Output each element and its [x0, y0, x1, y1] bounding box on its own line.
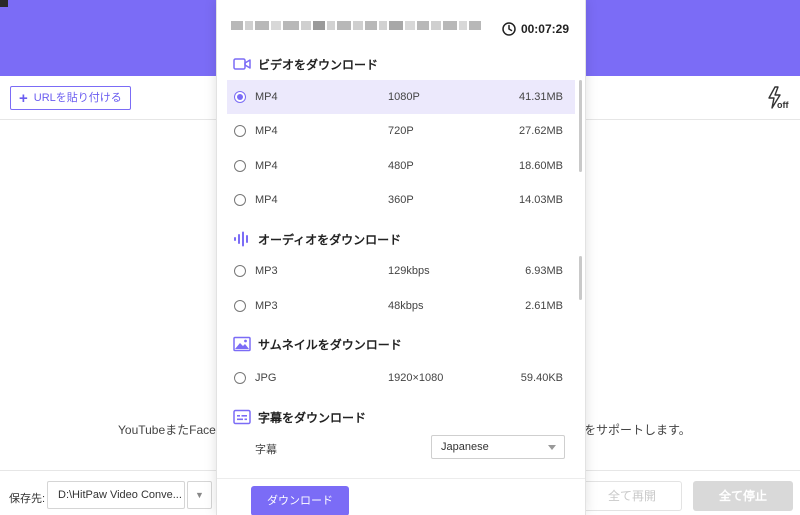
- subtitle-language-select[interactable]: Japanese: [431, 435, 565, 459]
- video-camera-icon: [233, 58, 251, 70]
- subtitle-icon: [233, 409, 251, 425]
- section-subtitle-title: 字幕をダウンロード: [258, 410, 367, 425]
- section-subtitle-heading: 字幕をダウンロード: [233, 408, 366, 426]
- radio-button[interactable]: [234, 300, 246, 312]
- download-options-dialog: 00:07:29 ビデオをダウンロード MP4 1080P 41.31MB MP…: [216, 0, 586, 515]
- app-logo: [0, 0, 8, 7]
- option-format: MP4: [255, 194, 278, 206]
- radio-button[interactable]: [234, 160, 246, 172]
- plus-icon: +: [19, 89, 28, 107]
- svg-text:off: off: [777, 100, 789, 110]
- audio-wave-icon: [234, 231, 248, 247]
- option-format: MP3: [255, 265, 278, 277]
- option-format: MP4: [255, 91, 278, 103]
- option-quality: 48kbps: [388, 300, 424, 312]
- save-path-field[interactable]: D:\HitPaw Video Conve...: [47, 481, 185, 509]
- section-thumbnail-heading: サムネイルをダウンロード: [233, 335, 402, 353]
- scrollbar-thumb[interactable]: [579, 256, 582, 300]
- stop-all-button[interactable]: 全て停止: [693, 481, 793, 511]
- option-format: MP4: [255, 125, 278, 137]
- video-title-redacted: [231, 17, 481, 33]
- subtitle-language-label: 字幕: [255, 444, 277, 456]
- option-quality: 360P: [388, 194, 414, 206]
- radio-button[interactable]: [234, 372, 246, 384]
- section-audio-title: オーディオをダウンロード: [258, 232, 402, 247]
- option-size: 2.61MB: [525, 300, 563, 312]
- paste-url-label: URLを貼り付ける: [33, 92, 122, 104]
- option-row-video-1080p[interactable]: MP4 1080P 41.31MB: [227, 80, 575, 114]
- option-format: MP4: [255, 160, 278, 172]
- image-icon: [233, 336, 251, 352]
- option-quality: 1080P: [388, 91, 420, 103]
- resume-all-button[interactable]: 全て再開: [582, 481, 682, 511]
- paste-url-button[interactable]: + URLを貼り付ける: [10, 86, 131, 110]
- section-video-title: ビデオをダウンロード: [258, 57, 379, 72]
- video-duration: 00:07:29: [502, 22, 569, 36]
- subtitle-language-value: Japanese: [441, 441, 489, 453]
- radio-button[interactable]: [234, 265, 246, 277]
- duration-text: 00:07:29: [520, 22, 569, 36]
- download-button[interactable]: ダウンロード: [251, 486, 349, 515]
- option-row-video-720p[interactable]: MP4 720P 27.62MB: [227, 114, 575, 148]
- option-size: 14.03MB: [518, 194, 563, 206]
- option-format: MP3: [255, 300, 278, 312]
- option-row-video-480p[interactable]: MP4 480P 18.60MB: [227, 149, 575, 183]
- chevron-down-icon: ▼: [195, 490, 204, 500]
- section-audio-heading: オーディオをダウンロード: [233, 230, 401, 248]
- radio-button[interactable]: [234, 91, 246, 103]
- option-quality: 129kbps: [388, 265, 430, 277]
- option-size: 27.62MB: [518, 125, 563, 137]
- save-path-dropdown[interactable]: ▼: [187, 481, 212, 509]
- option-row-audio-129kbps[interactable]: MP3 129kbps 6.93MB: [227, 254, 575, 288]
- option-quality: 720P: [388, 125, 414, 137]
- chevron-down-icon: [548, 445, 556, 450]
- option-size: 41.31MB: [518, 91, 563, 103]
- save-location-label: 保存先:: [9, 493, 46, 505]
- scrollbar-thumb[interactable]: [579, 80, 582, 172]
- turbo-off-icon[interactable]: off: [766, 86, 792, 110]
- option-format: JPG: [255, 372, 277, 384]
- option-size: 59.40KB: [520, 372, 563, 384]
- background-hint-left: YouTubeまたFaceb: [118, 423, 223, 437]
- option-quality: 1920×1080: [388, 372, 444, 384]
- section-thumbnail-title: サムネイルをダウンロード: [258, 337, 402, 352]
- option-quality: 480P: [388, 160, 414, 172]
- option-size: 18.60MB: [518, 160, 563, 172]
- radio-button[interactable]: [234, 125, 246, 137]
- section-video-heading: ビデオをダウンロード: [233, 55, 378, 73]
- clock-icon: [502, 22, 516, 36]
- option-row-audio-48kbps[interactable]: MP3 48kbps 2.61MB: [227, 289, 575, 323]
- option-row-thumbnail-jpg[interactable]: JPG 1920×1080 59.40KB: [227, 361, 575, 395]
- option-size: 6.93MB: [525, 265, 563, 277]
- background-hint-right: をサポートします。: [584, 423, 691, 437]
- radio-button[interactable]: [234, 194, 246, 206]
- dialog-title-row: 00:07:29: [217, 0, 585, 52]
- option-row-video-360p[interactable]: MP4 360P 14.03MB: [227, 183, 575, 217]
